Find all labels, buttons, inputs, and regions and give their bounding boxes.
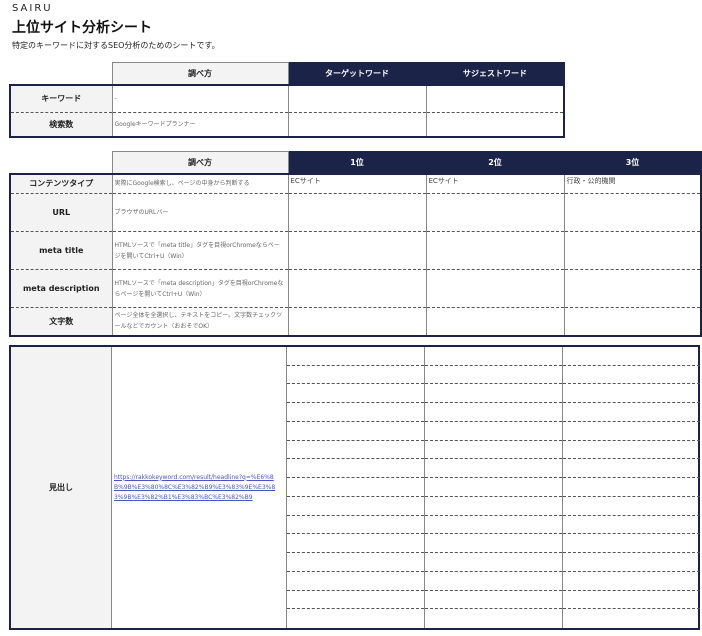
rank1-content-type[interactable]: ECサイト — [287, 172, 426, 194]
heading-slot[interactable] — [563, 516, 700, 535]
method-search-volume[interactable]: Googleキーワードプランナー — [111, 112, 288, 138]
target-word-volume-cell[interactable] — [287, 112, 426, 138]
heading-slot[interactable] — [563, 422, 700, 441]
rank3-content-type[interactable]: 行政・公的機関 — [563, 172, 702, 194]
row-label-search-volume: 検索数 — [9, 112, 112, 138]
target-word-keyword-cell[interactable] — [287, 83, 426, 113]
page-title: 上位サイト分析シート — [12, 20, 152, 36]
heading-slot[interactable] — [287, 366, 424, 385]
col-header-method-2: 調べ方 — [111, 151, 289, 174]
heading-slot[interactable] — [563, 384, 700, 404]
page-subtitle: 特定のキーワードに対するSEO分析のためのシートです。 — [12, 41, 220, 50]
heading-slot[interactable] — [425, 441, 562, 460]
headings-table: 見出し https://rakkokeyword.com/result/head… — [9, 345, 700, 630]
heading-slot[interactable] — [287, 553, 424, 572]
heading-slot[interactable] — [287, 384, 424, 404]
row-label-content-type: コンテンツタイプ — [9, 172, 112, 194]
row-label-url: URL — [9, 193, 112, 232]
heading-slot[interactable] — [287, 459, 424, 479]
keyword-table: 調べ方 ターゲットワード サジェストワード キーワード - 検索数 Google… — [9, 62, 565, 138]
rank2-url[interactable] — [425, 193, 564, 232]
rank1-meta-title[interactable] — [287, 231, 426, 270]
heading-slot[interactable] — [425, 553, 562, 572]
rank3-character-count[interactable] — [563, 307, 702, 337]
heading-slot[interactable] — [425, 591, 562, 610]
suggest-word-volume-cell[interactable] — [425, 112, 565, 138]
rank2-meta-description[interactable] — [425, 269, 564, 308]
rank3-meta-description[interactable] — [563, 269, 702, 308]
heading-slot[interactable] — [563, 591, 700, 610]
heading-slot[interactable] — [425, 347, 562, 366]
heading-slot[interactable] — [563, 478, 700, 497]
heading-slot[interactable] — [425, 572, 562, 591]
method-headings[interactable]: https://rakkokeyword.com/result/headline… — [111, 347, 287, 628]
heading-slot[interactable] — [425, 422, 562, 441]
col-header-rank-3: 3位 — [563, 151, 702, 174]
rank2-meta-title[interactable] — [425, 231, 564, 270]
headings-rank3-column — [563, 347, 700, 628]
ranking-table: 調べ方 1位 2位 3位 コンテンツタイプ 実際にGoogle検索し、ページの中… — [9, 151, 702, 337]
heading-slot[interactable] — [287, 497, 424, 516]
heading-slot[interactable] — [287, 422, 424, 441]
col-header-rank-2: 2位 — [425, 151, 565, 174]
heading-slot[interactable] — [287, 609, 424, 628]
heading-slot[interactable] — [287, 534, 424, 554]
col-header-suggest-word: サジェストワード — [425, 62, 565, 85]
heading-slot[interactable] — [287, 441, 424, 460]
heading-slot[interactable] — [563, 609, 700, 628]
rank2-content-type[interactable]: ECサイト — [425, 172, 564, 194]
row-label-meta-description: meta description — [9, 269, 112, 308]
method-meta-description[interactable]: HTMLソースで「meta description」タグを目視orChromeな… — [111, 269, 288, 308]
headings-rank-columns — [287, 347, 700, 628]
suggest-word-keyword-cell[interactable] — [425, 83, 565, 113]
col-header-target-word: ターゲットワード — [287, 62, 427, 85]
method-character-count[interactable]: ページ全体を全選択し、テキストをコピー。文字数チェックツールなどでカウント（おお… — [111, 307, 288, 337]
heading-slot[interactable] — [563, 572, 700, 591]
heading-slot[interactable] — [563, 459, 700, 479]
heading-slot[interactable] — [287, 591, 424, 610]
row-label-character-count: 文字数 — [9, 307, 112, 337]
heading-slot[interactable] — [563, 553, 700, 572]
heading-slot[interactable] — [425, 384, 562, 404]
method-url[interactable]: ブラウザのURLバー — [111, 193, 288, 232]
col-header-method: 調べ方 — [111, 62, 289, 85]
heading-slot[interactable] — [287, 516, 424, 535]
heading-slot[interactable] — [425, 459, 562, 479]
rank1-character-count[interactable] — [287, 307, 426, 337]
heading-slot[interactable] — [425, 516, 562, 535]
method-keyword[interactable]: - — [111, 83, 288, 113]
heading-slot[interactable] — [563, 347, 700, 366]
rank3-url[interactable] — [563, 193, 702, 232]
heading-slot[interactable] — [563, 403, 700, 422]
row-label-keyword: キーワード — [9, 83, 112, 113]
heading-slot[interactable] — [425, 478, 562, 497]
heading-slot[interactable] — [425, 366, 562, 385]
headings-tool-link[interactable]: https://rakkokeyword.com/result/headline… — [114, 473, 283, 503]
col-header-rank-1: 1位 — [287, 151, 427, 174]
heading-slot[interactable] — [563, 497, 700, 516]
heading-slot[interactable] — [287, 478, 424, 497]
rank1-url[interactable] — [287, 193, 426, 232]
heading-slot[interactable] — [425, 534, 562, 554]
heading-slot[interactable] — [425, 609, 562, 628]
heading-slot[interactable] — [563, 366, 700, 385]
heading-slot[interactable] — [563, 441, 700, 460]
brand-logo: SAIRU — [12, 3, 53, 14]
row-label-headings: 見出し — [11, 347, 112, 628]
heading-slot[interactable] — [287, 347, 424, 366]
heading-slot[interactable] — [425, 497, 562, 516]
method-content-type[interactable]: 実際にGoogle検索し、ページの中身から判断する — [111, 172, 288, 194]
heading-slot[interactable] — [425, 403, 562, 422]
heading-slot[interactable] — [287, 572, 424, 591]
heading-slot[interactable] — [563, 534, 700, 554]
row-label-meta-title: meta title — [9, 231, 112, 270]
headings-rank1-column — [287, 347, 425, 628]
rank3-meta-title[interactable] — [563, 231, 702, 270]
rank2-character-count[interactable] — [425, 307, 564, 337]
headings-rank2-column — [425, 347, 563, 628]
rank1-meta-description[interactable] — [287, 269, 426, 308]
heading-slot[interactable] — [287, 403, 424, 422]
method-meta-title[interactable]: HTMLソースで「meta title」タグを目視orChromeならページを開… — [111, 231, 288, 270]
